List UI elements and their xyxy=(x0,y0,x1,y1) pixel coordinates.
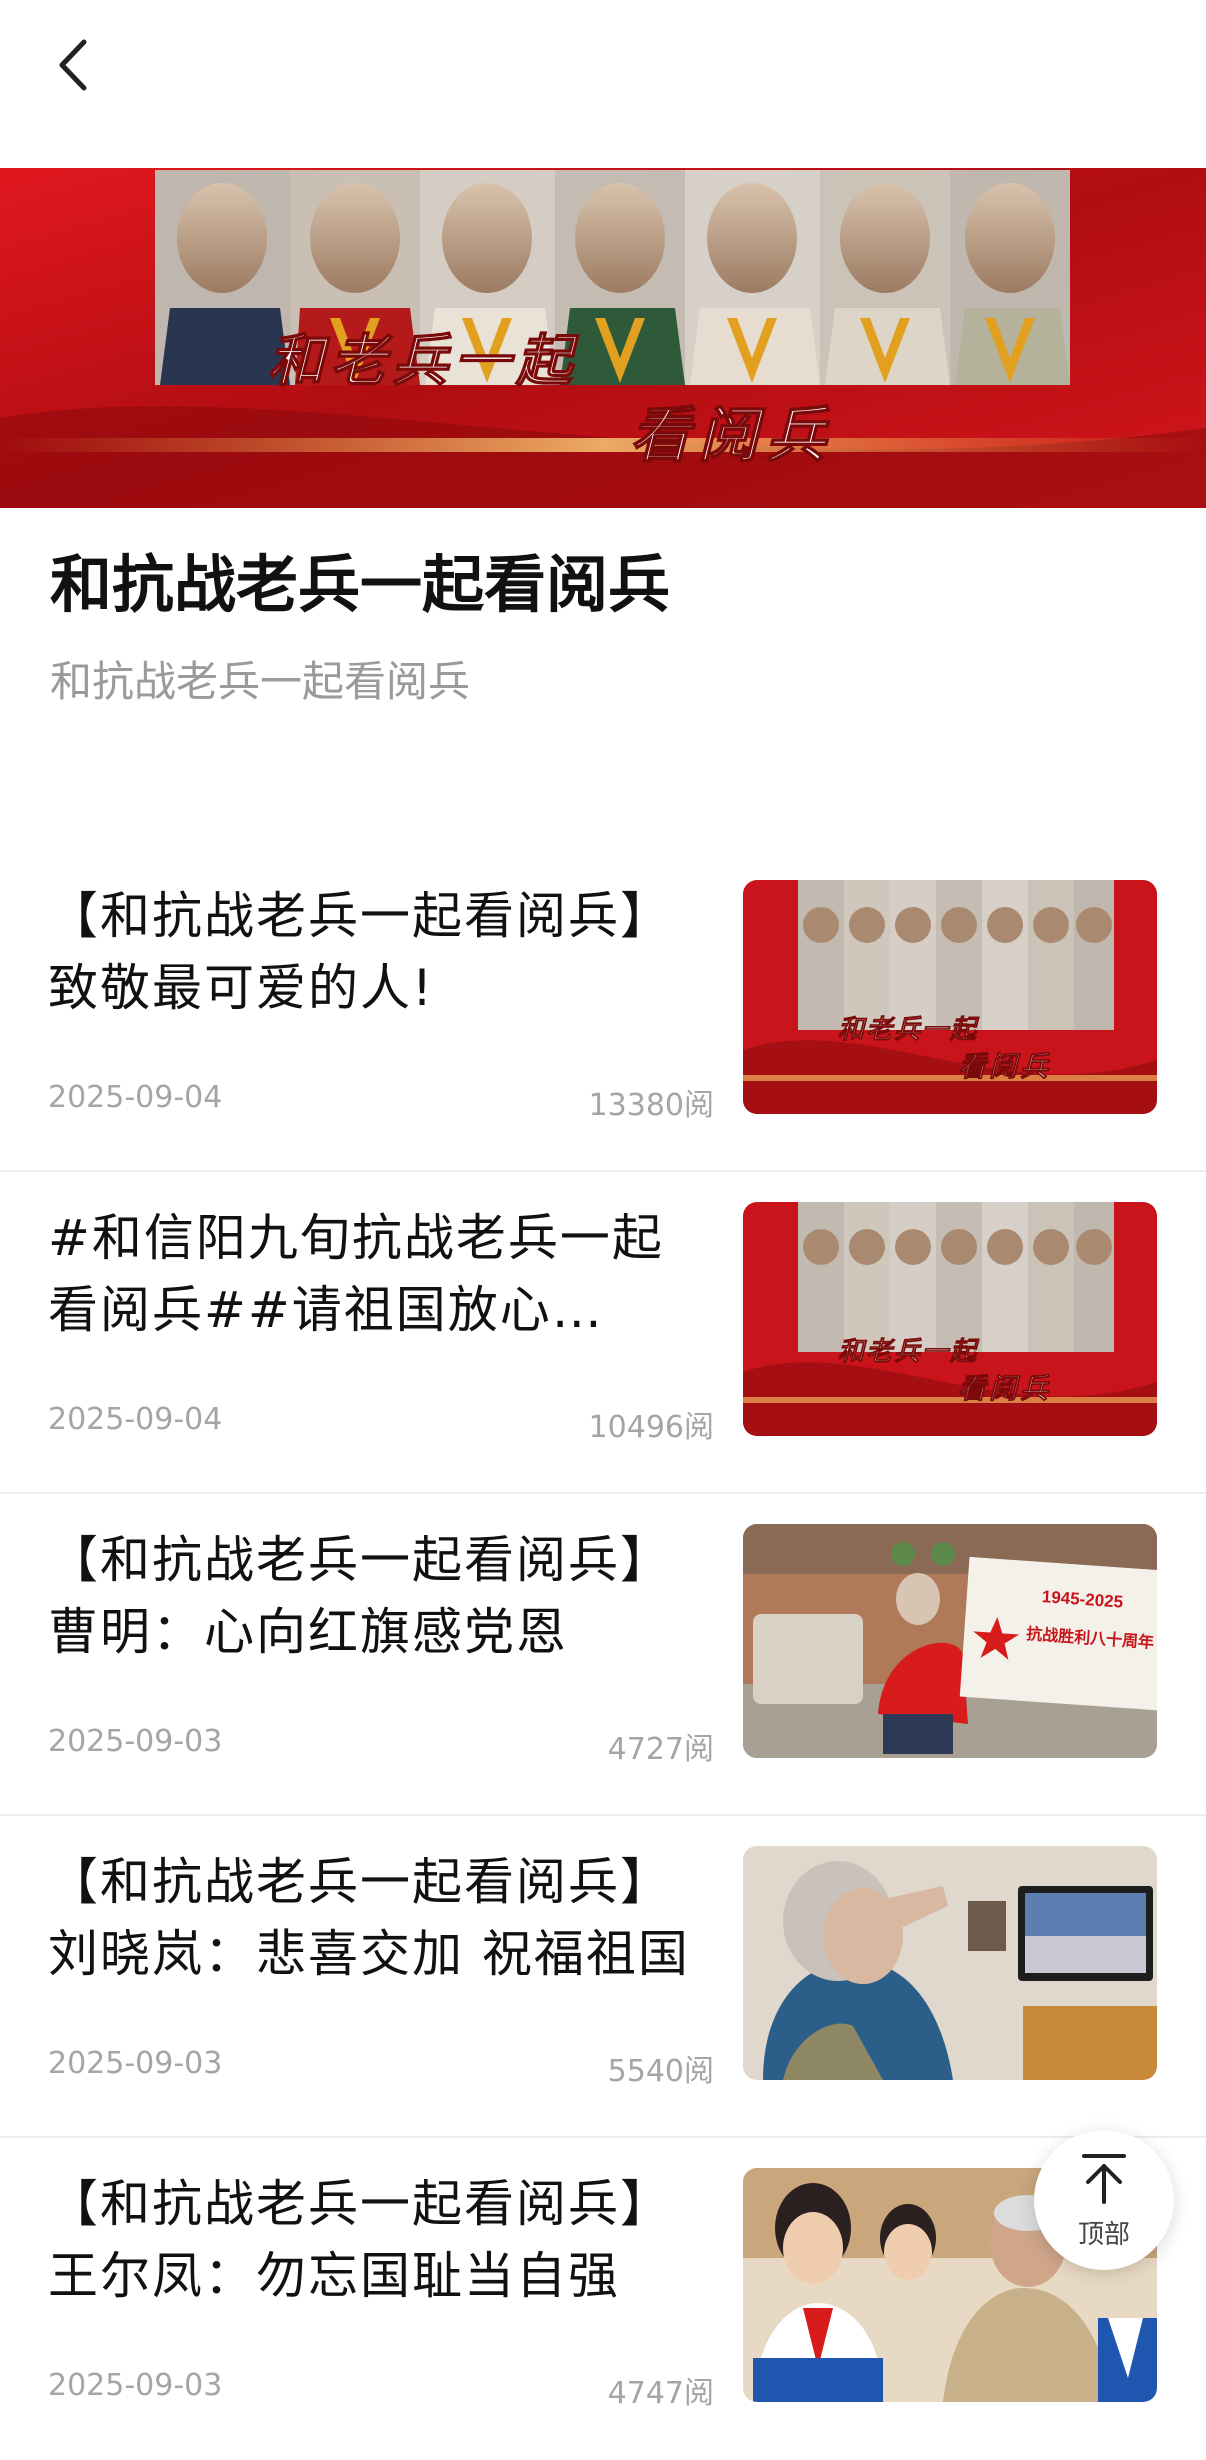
back-button[interactable] xyxy=(40,30,110,100)
list-item[interactable]: 【和抗战老兵一起看阅兵】致敬最可爱的人! 2025-09-04 13380阅 和… xyxy=(0,850,1206,1172)
article-date: 2025-09-03 xyxy=(48,2368,223,2403)
article-views: 5540阅 xyxy=(607,2054,714,2089)
article-views: 4747阅 xyxy=(607,2376,714,2411)
thumb-headline-1: 和老兵一起 xyxy=(838,1337,980,1367)
article-title: 【和抗战老兵一起看阅兵】曹明：心向红旗感党恩 xyxy=(48,1531,672,1661)
thumb-headline-2: 看阅兵 xyxy=(958,1372,1051,1405)
arrow-up-to-line-icon xyxy=(1082,2154,1126,2204)
banner-image: 和老兵一起 看阅兵 xyxy=(0,168,1206,508)
list-item[interactable]: 【和抗战老兵一起看阅兵】王尔凤：勿忘国耻当自强 2025-09-03 4747阅 xyxy=(0,2138,1206,2460)
top-bar xyxy=(0,0,1206,168)
article-title: 【和抗战老兵一起看阅兵】王尔凤：勿忘国耻当自强 xyxy=(48,2175,672,2305)
article-thumbnail: 和老兵一起 看阅兵 xyxy=(743,1202,1157,1436)
back-to-top-button[interactable]: 顶部 xyxy=(1034,2130,1174,2270)
thumb-headline-2: 看阅兵 xyxy=(958,1050,1051,1083)
article-date: 2025-09-03 xyxy=(48,1724,223,1759)
banner-headline-2: 看阅兵 xyxy=(630,401,834,471)
article-views: 4727阅 xyxy=(607,1732,714,1767)
banner-headline-1: 和老兵一起 xyxy=(268,328,579,394)
article-views: 10496阅 xyxy=(588,1410,714,1445)
article-title: #和信阳九旬抗战老兵一起看阅兵##请祖国放心… xyxy=(48,1209,664,1339)
article-thumbnail: 和老兵一起 看阅兵 xyxy=(743,880,1157,1114)
article-date: 2025-09-04 xyxy=(48,1080,223,1115)
article-date: 2025-09-04 xyxy=(48,1402,223,1437)
thumb-headline-1: 和老兵一起 xyxy=(838,1015,980,1045)
article-title: 【和抗战老兵一起看阅兵】致敬最可爱的人! xyxy=(48,887,672,1017)
chevron-left-icon xyxy=(59,39,87,91)
list-item[interactable]: #和信阳九旬抗战老兵一起看阅兵##请祖国放心… 2025-09-04 10496… xyxy=(0,1172,1206,1494)
page-subtitle: 和抗战老兵一起看阅兵 xyxy=(50,657,471,706)
list-item[interactable]: 【和抗战老兵一起看阅兵】刘晓岚：悲喜交加 祝福祖国 2025-09-03 554… xyxy=(0,1816,1206,2138)
topic-header: 和抗战老兵一起看阅兵 和抗战老兵一起看阅兵 xyxy=(50,540,1156,712)
article-list: 【和抗战老兵一起看阅兵】致敬最可爱的人! 2025-09-04 13380阅 和… xyxy=(0,850,1206,2460)
article-thumbnail xyxy=(743,1846,1157,2080)
article-views: 13380阅 xyxy=(588,1088,714,1123)
article-date: 2025-09-03 xyxy=(48,2046,223,2081)
page-title: 和抗战老兵一起看阅兵 xyxy=(50,548,671,621)
back-to-top-label: 顶部 xyxy=(1077,2220,1130,2250)
article-thumbnail: 1945-2025 抗战胜利八十周年 xyxy=(743,1524,1157,1758)
list-item[interactable]: 【和抗战老兵一起看阅兵】曹明：心向红旗感党恩 2025-09-03 4727阅 xyxy=(0,1494,1206,1816)
article-title: 【和抗战老兵一起看阅兵】刘晓岚：悲喜交加 祝福祖国 xyxy=(48,1853,690,1983)
